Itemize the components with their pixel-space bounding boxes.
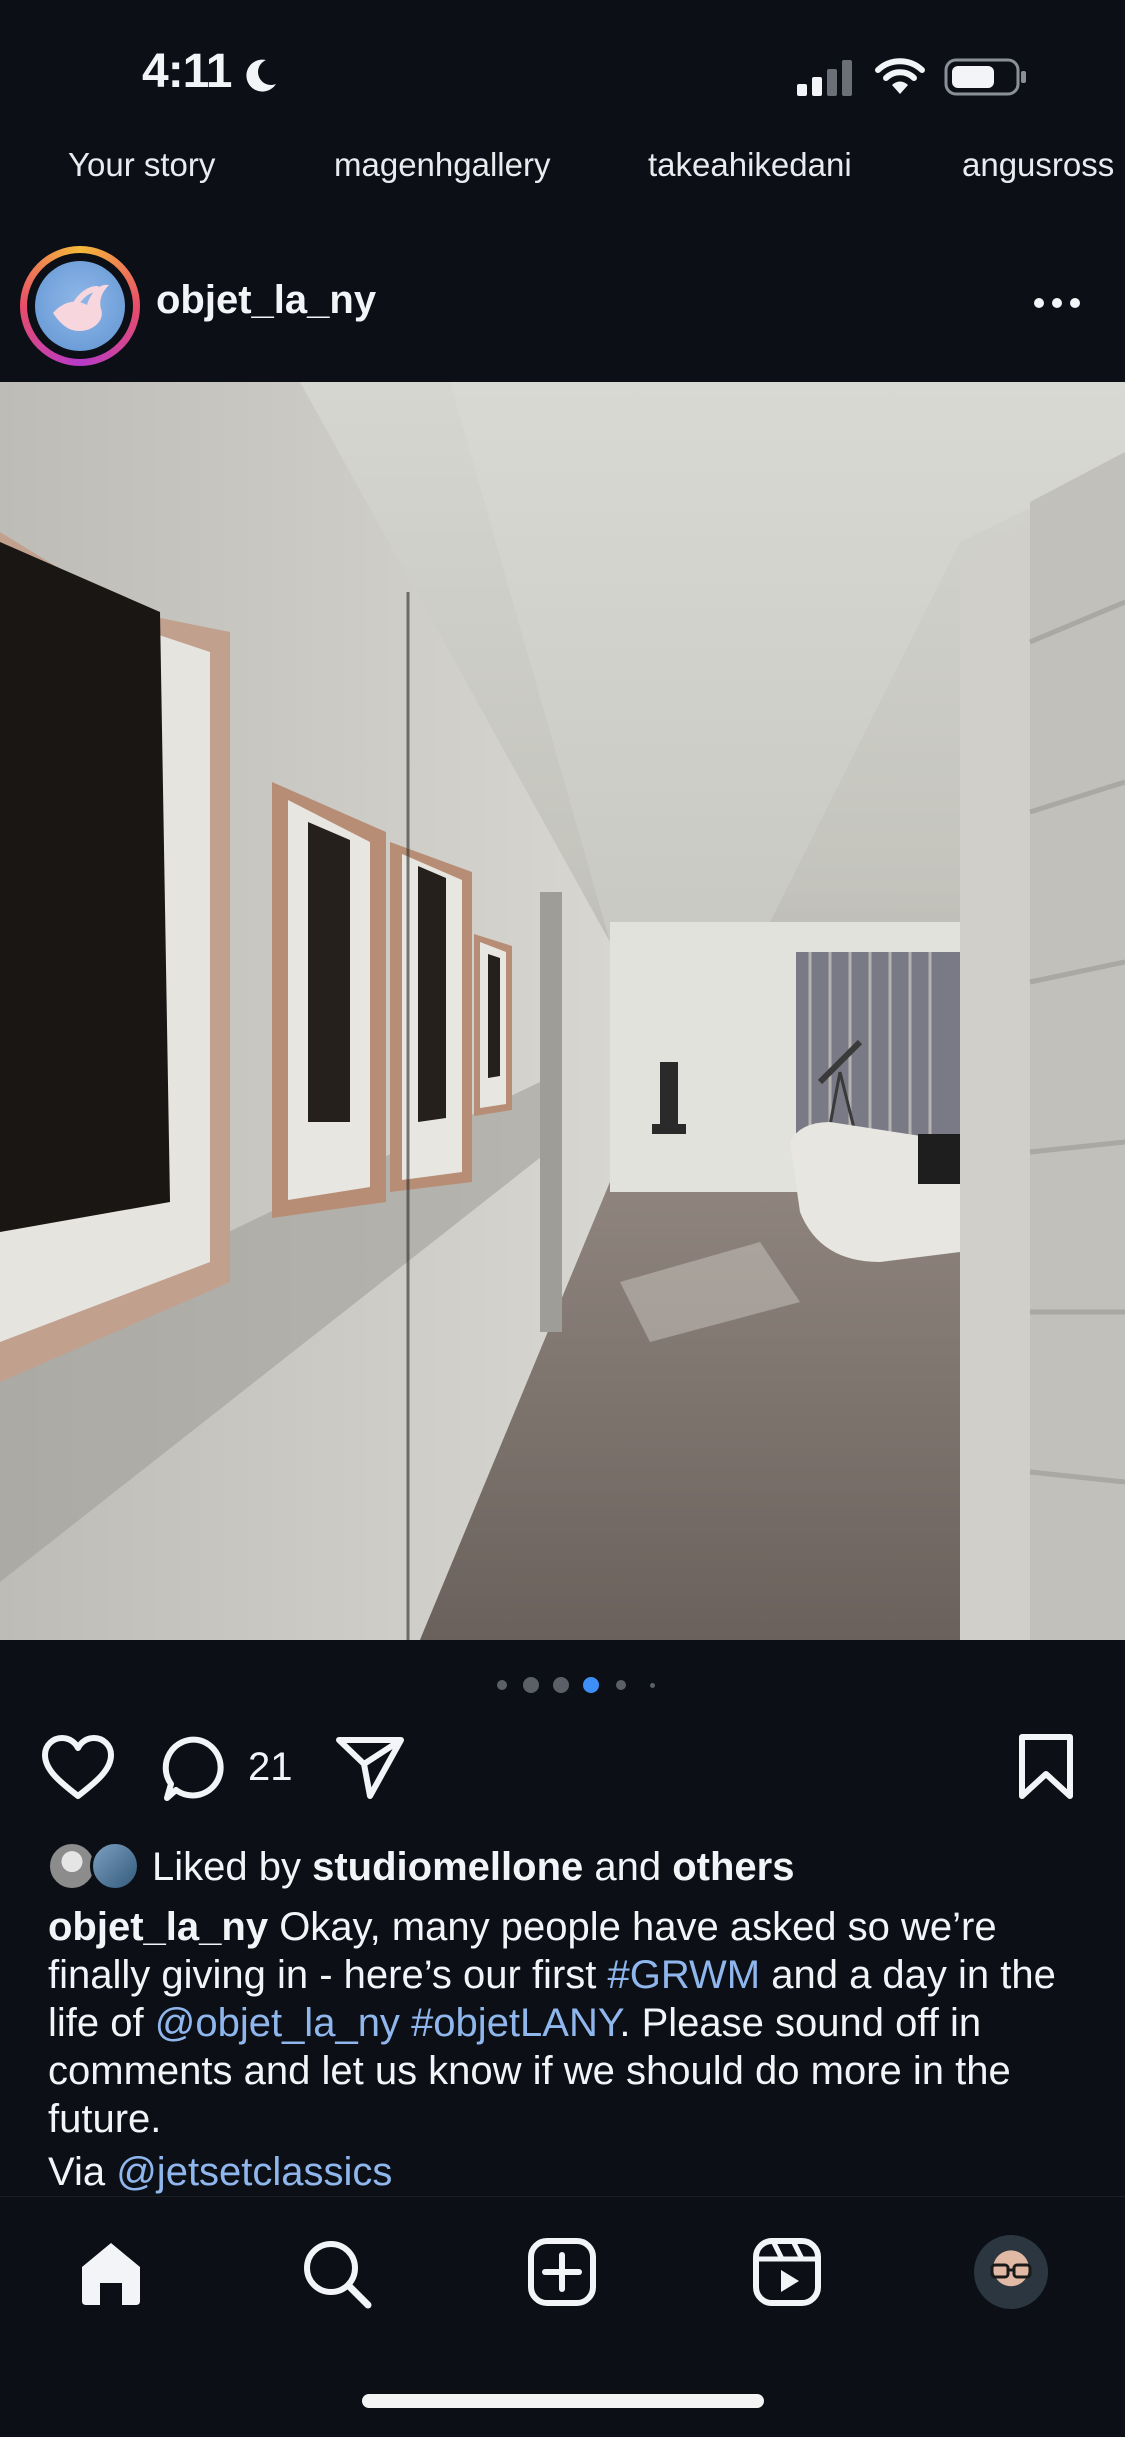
carousel-dot [553,1677,569,1693]
liker-avatar[interactable] [90,1841,140,1891]
cellular-signal-icon [797,60,852,96]
wifi-icon [875,58,925,94]
carousel-dot [497,1680,507,1690]
liked-by-user[interactable]: studiomellone [312,1845,583,1889]
caption-space [400,2001,411,2045]
post-username[interactable]: objet_la_ny [156,278,376,323]
moon-icon [246,59,276,92]
home-icon[interactable] [76,2239,146,2307]
post-image[interactable] [0,382,1125,1640]
caption-username[interactable]: objet_la_ny [48,1905,268,1949]
post-caption: objet_la_ny Okay, many people have asked… [48,1903,1088,2143]
story-label[interactable]: angusross [962,146,1114,184]
status-time: 4:11 [142,45,232,98]
glasses-icon [990,2263,1032,2279]
comment-count[interactable]: 21 [248,1745,293,1790]
avatar[interactable] [35,261,125,351]
battery-icon [944,58,1026,96]
liked-by-text[interactable]: Liked by studiomellone and others [152,1845,794,1890]
story-label-your-story[interactable]: Your story [68,146,215,184]
bird-logo-icon [53,284,109,331]
mention-link[interactable]: @jetsetclassics [116,2150,392,2194]
liked-by-and: and [583,1845,673,1889]
carousel-dot [523,1677,539,1693]
liked-by-others[interactable]: others [672,1845,794,1889]
liked-by-prefix: Liked by [152,1845,313,1889]
bookmark-icon[interactable] [1016,1732,1076,1802]
hashtag-link[interactable]: #objetLANY [411,2001,619,2045]
story-label[interactable]: magenhgallery [334,146,550,184]
more-options-icon[interactable] [1032,296,1082,310]
mention-link[interactable]: @objet_la_ny [155,2001,400,2045]
hashtag-link[interactable]: #GRWM [608,1953,761,1997]
story-label[interactable]: takeahikedani [648,146,852,184]
via-label: Via [48,2150,117,2194]
create-post-icon[interactable] [527,2237,597,2307]
search-icon[interactable] [300,2237,374,2311]
carousel-dot-active [583,1677,599,1693]
profile-avatar[interactable] [974,2235,1048,2309]
heart-icon[interactable] [40,1734,116,1802]
caption-via: Via @jetsetclassics [48,2150,392,2195]
home-indicator[interactable] [362,2394,764,2408]
comment-icon[interactable] [162,1734,234,1804]
share-icon[interactable] [334,1734,406,1802]
carousel-dot [650,1683,655,1688]
hallway-photo [0,382,1125,1640]
reels-icon[interactable] [752,2237,822,2307]
carousel-dot [616,1680,626,1690]
